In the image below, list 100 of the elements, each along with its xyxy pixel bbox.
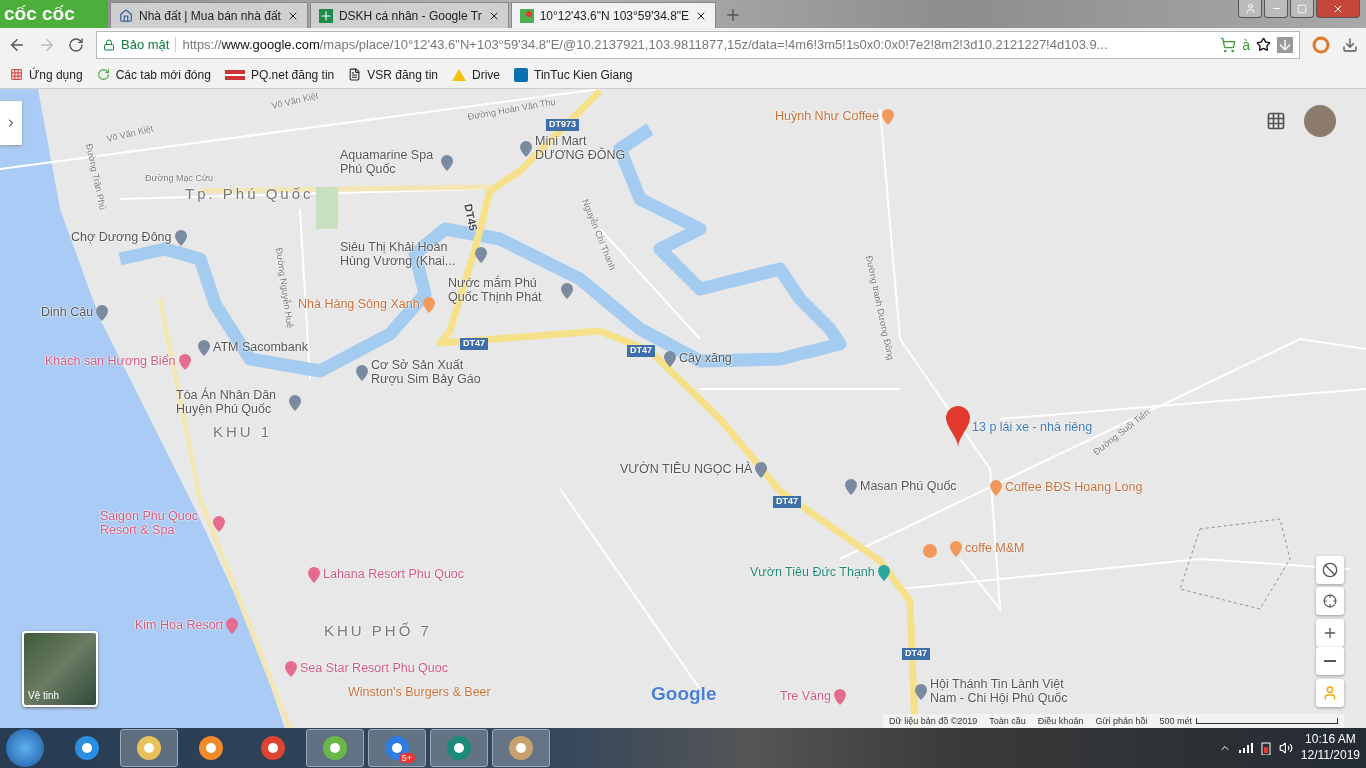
download-extension-button[interactable] [1277,36,1293,53]
zoom-out-button[interactable] [1316,646,1344,675]
poi-pin-icon[interactable] [845,478,857,495]
clock[interactable]: 10:16 AM 12/11/2019 [1300,732,1360,764]
start-button[interactable] [6,729,44,768]
apps-grid-icon [10,68,23,82]
reload-button[interactable] [68,36,84,53]
person-icon [1244,3,1256,14]
spreadsheet-icon [318,8,333,23]
map-pin-icon[interactable] [946,405,970,447]
park-area [316,186,338,229]
bookmark-link[interactable]: TinTuc Kien Giang [514,67,633,82]
crossed-circle-icon [1322,561,1338,578]
zoom-in-button[interactable] [1316,618,1344,647]
poi-pin-icon[interactable] [950,540,962,557]
bookmark-link[interactable]: Các tab mới đóng [96,67,211,82]
cart-icon[interactable] [1220,36,1237,53]
taskbar-app-button[interactable]: 5+ [368,729,426,768]
poi-pin-icon[interactable] [285,660,297,677]
bookmark-link[interactable]: PQ.net đăng tin [224,67,335,82]
battery-icon[interactable] [1260,741,1271,756]
browser-tab[interactable]: DSKH cá nhân - Google Tr [309,2,509,28]
poi-pin-icon[interactable] [561,282,573,299]
poi-pin-icon[interactable] [198,339,210,356]
bookmark-link[interactable]: Drive [452,67,500,82]
place-label[interactable]: Chợ Dương Đông [71,231,172,245]
poi-pin-icon[interactable] [96,304,109,321]
place-label[interactable]: Hội Thánh Tin Lành Việt Nam - Chi Hội Phú Quốc [930,677,1080,706]
satellite-toggle[interactable]: Vệ tinh [22,630,98,707]
poi-pin-icon[interactable] [475,246,487,263]
place-label[interactable]: 13 p lái xe - nhà riêng [972,420,1093,435]
browser-tab[interactable]: 10°12'43.6"N 103°59'34.8"E [510,2,717,28]
poi-pin-icon[interactable] [356,364,368,381]
poi-pin-icon[interactable] [178,353,191,370]
address-bar[interactable]: Bảo mật https://www.google.com/maps/place/10°12'43.6"N+103°59'34.8"E/@10.2137921,103.9811877,15z/data=!4m6!3m5!1s0x0:0x0!7e2!8m2!3d10.2121227!4d103.9... à [96,30,1300,59]
avatar-circle[interactable] [1304,104,1336,137]
taskbar-app-button[interactable] [430,729,488,768]
taskbar-app-button[interactable] [492,729,550,768]
poi-pin-icon[interactable] [174,229,187,246]
house-icon [119,8,133,23]
place-label[interactable]: Siêu Thị Khải Hoàn Hùng Vương (Khai... [340,240,472,269]
url-text: https://www.google.com/maps/place/10°12'43.6"N+103°59'34.8"E/@10.2137921,103.9811877,15z/data=!4m6!3m5!1s0x0:0x0!7e2!8m2!3d10.2121227!4d103.9... [182,37,1108,53]
road-shield: DT47 [902,647,930,660]
footer-link[interactable]: Toàn cầu [989,716,1026,727]
footer-link[interactable]: Điều khoản [1037,716,1084,727]
palette-icon [507,734,535,763]
poi-pin-icon[interactable] [755,461,768,478]
poi-pin-icon[interactable] [213,515,225,532]
poi-pin-icon[interactable] [833,688,846,705]
folder-icon [135,734,163,763]
bookmark-link[interactable]: VSR đăng tin [348,67,438,82]
place-label[interactable]: Cơ Sở Sản Xuất Rượu Sim Bảy Gáo [371,358,491,387]
place-label[interactable]: Aquamarine Spa Phú Quốc [340,148,438,177]
place-label[interactable]: ATM Sacombank [213,341,308,355]
ring-icon[interactable] [1312,35,1330,54]
poi-pin-icon[interactable] [422,296,435,313]
bookmark-star-icon[interactable] [1256,37,1271,53]
poi-pin-icon[interactable] [923,543,937,558]
footer-link[interactable]: Gửi phản hồi [1095,716,1148,727]
poi-pin-icon[interactable] [990,479,1002,496]
place-label[interactable]: Tòa Án Nhân Dân Huyện Phú Quốc [176,388,286,417]
close-button[interactable] [1316,0,1360,18]
minus-icon [1324,659,1336,662]
place-label[interactable]: Tre Vàng [780,690,831,704]
street-name[interactable]: DT45 [462,202,480,232]
poi-pin-icon[interactable] [308,566,320,583]
taskbar-app-button[interactable] [306,729,364,768]
place-label[interactable]: Vườn Tiêu Đức Thạnh [750,566,875,580]
place-label[interactable]: VƯỜN TIÊU NGỌC HÀ [620,463,753,477]
profile-button[interactable] [1238,0,1262,18]
place-label[interactable]: Lahana Resort Phu Quoc [323,568,465,582]
extension-button[interactable]: à [1242,36,1250,53]
browser-icon [259,734,287,763]
poi-pin-icon[interactable] [226,617,239,634]
apps-grid-icon[interactable] [1266,110,1286,131]
poi-pin-icon[interactable] [664,350,676,367]
poi-pin-icon[interactable] [441,154,453,171]
place-label[interactable]: Masan Phú Quốc [860,480,957,494]
poi-pin-icon[interactable] [877,564,890,581]
poi-pin-icon[interactable] [915,683,927,700]
signal-icon[interactable] [1238,743,1253,754]
downloads-button[interactable] [1342,36,1358,53]
poi-pin-icon[interactable] [882,108,895,125]
compass-button[interactable] [1316,555,1344,584]
browser-tab[interactable]: Nhà đất | Mua bán nhà đất [110,2,308,28]
place-label[interactable]: Sea Star Resort Phu Quoc [300,662,448,676]
my-location-button[interactable] [1316,586,1344,615]
poi-pin-icon[interactable] [289,394,301,411]
collapse-panel-button[interactable] [0,100,22,145]
poi-pin-icon[interactable] [520,140,532,157]
taskbar-app-button[interactable] [120,729,178,768]
volume-icon[interactable] [1278,741,1293,756]
street-name: Võ Văn Kiệt [270,91,320,112]
road-shield: DT973 [546,118,579,131]
maximize-button[interactable] [1290,0,1314,18]
bookmark-link[interactable]: Ứng dụng [10,67,83,82]
google-logo: Google [651,682,717,705]
minimize-button[interactable] [1264,0,1288,18]
place-label[interactable]: Dinh Cậu [41,306,94,320]
place-label[interactable]: Cây xăng [679,352,732,366]
